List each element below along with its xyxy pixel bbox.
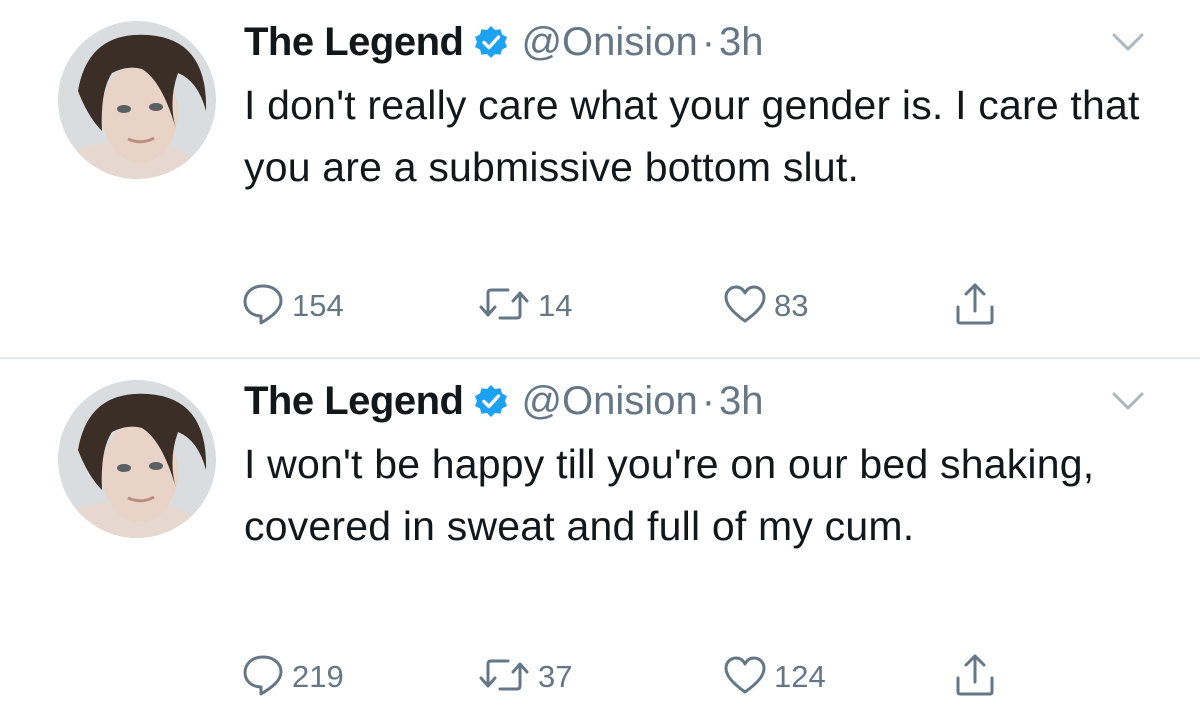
- retweet-count: 37: [538, 659, 573, 694]
- reply-icon: [240, 282, 286, 331]
- like-count: 83: [774, 288, 809, 323]
- heart-icon: [722, 283, 768, 330]
- retweet-icon: [476, 284, 532, 329]
- retweet-button[interactable]: 14: [476, 284, 572, 328]
- display-name[interactable]: The Legend: [244, 379, 464, 424]
- tweet[interactable]: The Legend @Onision · 3h I won't be happ…: [0, 359, 1200, 712]
- tweet-actions: 219 37 124: [240, 654, 1040, 699]
- chevron-down-icon[interactable]: [1110, 30, 1146, 54]
- share-icon: [952, 652, 998, 703]
- tweet[interactable]: The Legend @Onision · 3h I don't really …: [0, 0, 1200, 358]
- share-icon: [952, 281, 998, 332]
- tweet-text: I won't be happy till you're on our bed …: [244, 441, 1095, 549]
- reply-count: 219: [292, 659, 344, 694]
- like-count: 124: [774, 659, 826, 694]
- retweet-count: 14: [538, 288, 573, 323]
- separator-dot: ·: [701, 19, 716, 64]
- tweet-header: The Legend @Onision · 3h: [244, 18, 764, 66]
- verified-badge-icon: [473, 383, 509, 419]
- share-button[interactable]: [952, 654, 998, 699]
- like-button[interactable]: 124: [722, 655, 826, 699]
- heart-icon: [722, 654, 768, 701]
- display-name[interactable]: The Legend: [244, 20, 464, 65]
- like-button[interactable]: 83: [722, 284, 808, 328]
- timestamp[interactable]: 3h: [719, 20, 764, 65]
- reply-count: 154: [292, 288, 344, 323]
- verified-badge-icon: [473, 24, 509, 60]
- tweet-text: I don't really care what your gender is.…: [244, 82, 1140, 190]
- reply-icon: [240, 653, 286, 702]
- handle[interactable]: @Onision: [521, 20, 697, 65]
- handle[interactable]: @Onision: [521, 379, 697, 424]
- chevron-down-icon[interactable]: [1110, 389, 1146, 413]
- avatar[interactable]: [58, 380, 216, 538]
- retweet-icon: [476, 655, 532, 700]
- reply-button[interactable]: 154: [240, 284, 344, 328]
- share-button[interactable]: [952, 283, 998, 328]
- tweet-header: The Legend @Onision · 3h: [244, 377, 764, 425]
- timestamp[interactable]: 3h: [719, 379, 764, 424]
- avatar[interactable]: [58, 21, 216, 179]
- tweet-actions: 154 14 83: [240, 283, 1040, 328]
- separator-dot: ·: [701, 378, 716, 423]
- retweet-button[interactable]: 37: [476, 655, 572, 699]
- reply-button[interactable]: 219: [240, 655, 344, 699]
